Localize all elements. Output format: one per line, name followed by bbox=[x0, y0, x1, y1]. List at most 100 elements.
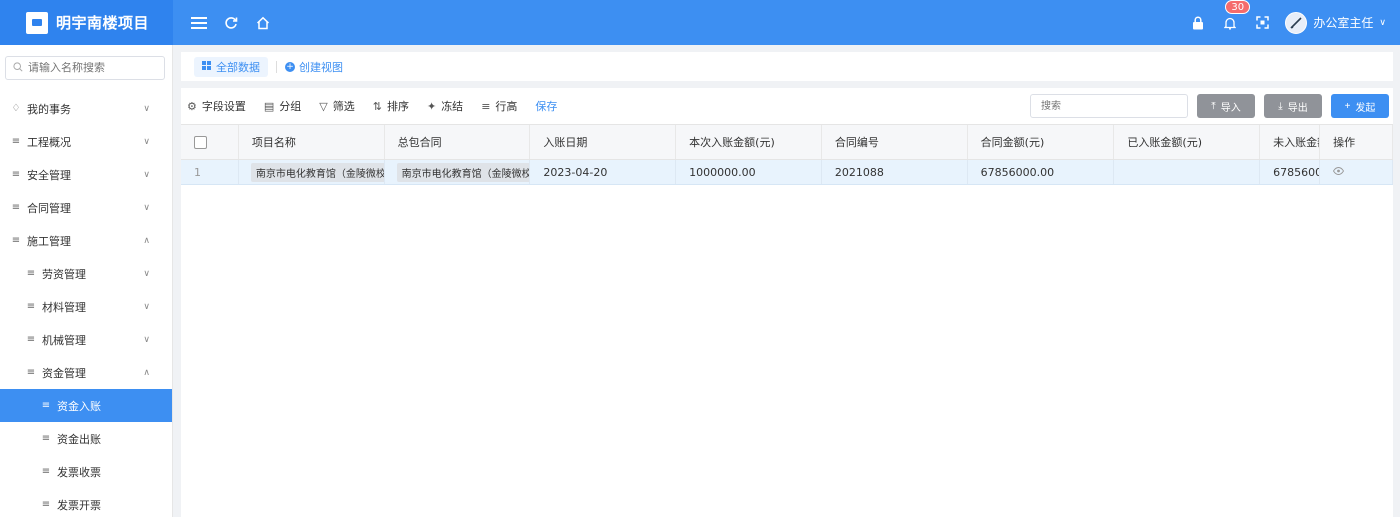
view-tab-all-data[interactable]: 全部数据 bbox=[194, 56, 268, 77]
sort-icon: ⇅ bbox=[372, 99, 382, 113]
column-header[interactable]: 已入账金额(元) bbox=[1114, 125, 1261, 159]
group-label: 分组 bbox=[279, 100, 302, 113]
create-view-label: 创建视图 bbox=[299, 60, 343, 74]
home-icon[interactable] bbox=[254, 14, 272, 32]
sidebar-item-safety[interactable]: ≡ 安全管理 ∨ bbox=[0, 158, 172, 191]
list-icon: ≡ bbox=[26, 334, 36, 345]
sidebar-item-invoice-received[interactable]: ≡ 发票收票 bbox=[0, 455, 172, 488]
create-view-button[interactable]: + 创建视图 bbox=[285, 59, 343, 75]
export-button[interactable]: ⤓ 导出 bbox=[1264, 94, 1322, 118]
list-icon: ≡ bbox=[41, 433, 51, 444]
top-bar: 明宇南楼项目 30 办公室主任 ∨ bbox=[0, 0, 1400, 45]
submit-label: 发起 bbox=[1355, 102, 1376, 114]
unreceived-cell: 67856000.00 bbox=[1260, 160, 1321, 184]
sidebar-item-contracts[interactable]: ≡ 合同管理 ∨ bbox=[0, 191, 172, 224]
sidebar-item-label: 资金入账 bbox=[57, 399, 101, 413]
column-header[interactable]: 合同金额(元) bbox=[968, 125, 1115, 159]
sort-button[interactable]: ⇅ 排序 bbox=[373, 98, 409, 114]
plus-icon: + bbox=[1344, 100, 1351, 112]
sidebar-item-label: 合同管理 bbox=[27, 201, 71, 215]
notification-count-badge: 30 bbox=[1225, 0, 1251, 14]
list-icon: ≡ bbox=[41, 499, 51, 510]
sidebar-item-label: 发票收票 bbox=[57, 465, 101, 479]
eye-icon[interactable] bbox=[1333, 166, 1345, 178]
sidebar-item-machinery[interactable]: ≡ 机械管理 ∨ bbox=[0, 323, 172, 356]
lock-icon[interactable] bbox=[1189, 14, 1207, 32]
table-row[interactable]: 1 南京市电化教育馆（金陵微校）改 南京市电化教育馆（金陵微校）改 2023-0… bbox=[181, 160, 1393, 185]
actions-cell bbox=[1320, 160, 1393, 184]
row-height-button[interactable]: ≡ 行高 bbox=[481, 98, 517, 114]
column-header[interactable]: 本次入账金额(元) bbox=[676, 125, 822, 159]
sidebar-item-label: 施工管理 bbox=[27, 234, 71, 248]
list-icon: ≡ bbox=[26, 301, 36, 312]
upload-icon: ⤒ bbox=[1211, 100, 1216, 112]
column-header[interactable]: 入账日期 bbox=[530, 125, 677, 159]
notification-bell-icon[interactable]: 30 bbox=[1221, 0, 1251, 32]
field-settings-label: 字段设置 bbox=[201, 100, 246, 113]
sidebar-item-materials[interactable]: ≡ 材料管理 ∨ bbox=[0, 290, 172, 323]
sidebar-item-construction[interactable]: ≡ 施工管理 ∧ bbox=[0, 224, 172, 257]
received-cell bbox=[1114, 160, 1261, 184]
app-title: 明宇南楼项目 bbox=[56, 14, 150, 32]
menu-toggle-icon[interactable] bbox=[190, 14, 208, 32]
filter-button[interactable]: ▽ 筛选 bbox=[319, 98, 354, 114]
filter-label: 筛选 bbox=[332, 100, 355, 113]
freeze-button[interactable]: ✦ 冻结 bbox=[427, 98, 463, 114]
chevron-down-icon: ∨ bbox=[143, 136, 150, 147]
chevron-down-icon: ∨ bbox=[143, 202, 150, 213]
sidebar-item-label: 资金出账 bbox=[57, 432, 101, 446]
sidebar-search-input[interactable] bbox=[28, 62, 158, 74]
column-header[interactable]: 合同编号 bbox=[822, 125, 968, 159]
divider bbox=[276, 60, 277, 73]
list-icon: ≡ bbox=[26, 268, 36, 279]
fullscreen-icon[interactable] bbox=[1253, 14, 1271, 32]
sidebar-item-label: 我的事务 bbox=[27, 102, 71, 116]
select-all-checkbox[interactable] bbox=[194, 135, 207, 149]
import-button[interactable]: ⤒ 导入 bbox=[1197, 94, 1255, 118]
export-label: 导出 bbox=[1287, 102, 1308, 114]
save-button[interactable]: 保存 bbox=[535, 98, 557, 114]
contract-tag[interactable]: 南京市电化教育馆（金陵微校）改 bbox=[396, 162, 530, 182]
user-menu[interactable]: 办公室主任 ∨ bbox=[1285, 11, 1386, 34]
sidebar-item-funds-in[interactable]: ≡ 资金入账 bbox=[0, 389, 172, 422]
main-content: 全部数据 + 创建视图 ⚙ 字段设置 ▤ 分组 ▽ 筛选 ⇅ 排序 ✦ 冻结 ≡ 行高 保存… bbox=[181, 52, 1393, 517]
contract-amount-cell: 67856000.00 bbox=[968, 160, 1115, 184]
refresh-icon[interactable] bbox=[222, 14, 240, 32]
list-icon: ≡ bbox=[41, 400, 51, 411]
sidebar-item-funds[interactable]: ≡ 资金管理 ∧ bbox=[0, 356, 172, 389]
save-label: 保存 bbox=[535, 100, 558, 113]
list-icon: ≡ bbox=[11, 235, 21, 246]
contract-cell: 南京市电化教育馆（金陵微校）改 bbox=[385, 160, 531, 184]
sidebar-item-labor[interactable]: ≡ 劳资管理 ∨ bbox=[0, 257, 172, 290]
sidebar-item-label: 机械管理 bbox=[42, 333, 86, 347]
brand[interactable]: 明宇南楼项目 bbox=[0, 0, 173, 45]
download-icon: ⤓ bbox=[1278, 100, 1283, 112]
column-header[interactable]: 总包合同 bbox=[385, 125, 531, 159]
submit-button[interactable]: + 发起 bbox=[1331, 94, 1389, 118]
chevron-up-icon: ∧ bbox=[143, 235, 150, 246]
sidebar-item-label: 发票开票 bbox=[57, 498, 101, 512]
sidebar-item-my-affairs[interactable]: ♢ 我的事务 ∨ bbox=[0, 92, 172, 125]
avatar bbox=[1285, 11, 1308, 34]
column-header: 操作 bbox=[1320, 125, 1393, 159]
sidebar-search[interactable] bbox=[5, 56, 165, 80]
row-height-icon: ≡ bbox=[481, 99, 491, 113]
sidebar-item-funds-out[interactable]: ≡ 资金出账 bbox=[0, 422, 172, 455]
chevron-down-icon: ∨ bbox=[143, 301, 150, 312]
group-icon: ▤ bbox=[263, 99, 275, 113]
chevron-down-icon: ∨ bbox=[143, 268, 150, 279]
list-icon: ≡ bbox=[11, 169, 21, 180]
sidebar-item-invoice-issued[interactable]: ≡ 发票开票 bbox=[0, 488, 172, 517]
project-tag[interactable]: 南京市电化教育馆（金陵微校）改 bbox=[250, 162, 384, 182]
sidebar-item-label: 劳资管理 bbox=[42, 267, 86, 281]
column-header[interactable]: 未入账金额 bbox=[1260, 125, 1321, 159]
group-button[interactable]: ▤ 分组 bbox=[264, 98, 301, 114]
data-panel: ⚙ 字段设置 ▤ 分组 ▽ 筛选 ⇅ 排序 ✦ 冻结 ≡ 行高 保存 ⤒ 导入 ⤓ 导出 + 发起… bbox=[181, 88, 1393, 517]
field-settings-button[interactable]: ⚙ 字段设置 bbox=[187, 98, 246, 114]
column-header[interactable]: 项目名称 bbox=[239, 125, 385, 159]
sidebar-item-label: 资金管理 bbox=[42, 366, 86, 380]
table-search-input[interactable] bbox=[1030, 94, 1188, 118]
sidebar-item-project-overview[interactable]: ≡ 工程概况 ∨ bbox=[0, 125, 172, 158]
row-height-label: 行高 bbox=[495, 100, 518, 113]
sidebar-item-label: 安全管理 bbox=[27, 168, 71, 182]
